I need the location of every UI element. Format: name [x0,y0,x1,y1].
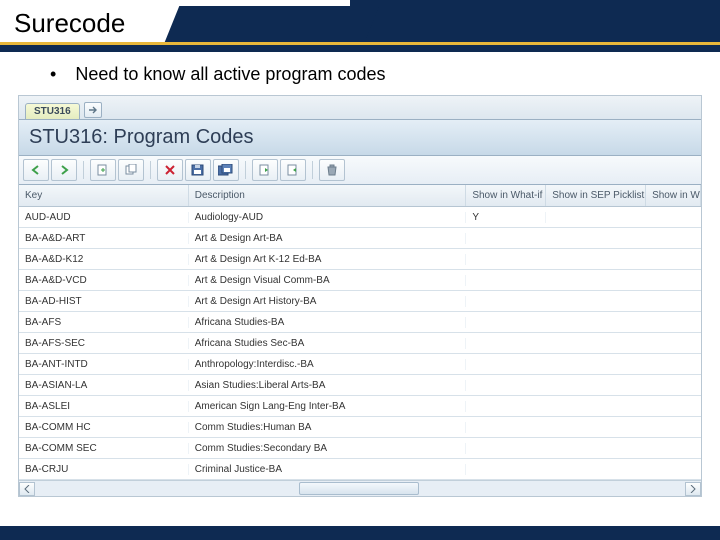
copy-icon [124,164,138,176]
cell-key: AUD-AUD [19,212,189,223]
scroll-thumb[interactable] [299,482,419,495]
table-row[interactable]: BA-CRJUCriminal Justice-BA [19,459,701,480]
toolbar-sep [150,161,151,179]
cell-key: BA-AFS [19,317,189,328]
cell-desc: Art & Design Art History-BA [189,296,467,307]
slide-footer-bar [0,526,720,540]
bullet-row: • Need to know all active program codes [0,52,720,95]
col-description[interactable]: Description [189,185,467,206]
back-button[interactable] [23,159,49,181]
tab-go-button[interactable] [84,102,102,118]
floppy-multi-icon [218,164,234,176]
cell-key: BA-A&D-ART [19,233,189,244]
new-button[interactable] [90,159,116,181]
x-icon [164,164,176,176]
floppy-icon [191,164,205,176]
cell-desc: American Sign Lang-Eng Inter-BA [189,401,467,412]
table-row[interactable]: AUD-AUDAudiology-AUDY [19,207,701,228]
header-underline [0,42,720,52]
chevron-left-icon [24,485,30,493]
app-window: STU316 STU316: Program Codes Key Descrip… [18,95,702,497]
delete-button[interactable] [157,159,183,181]
bullet-dot: • [50,64,56,85]
arrow-right-icon [57,164,71,176]
cell-desc: Comm Studies:Human BA [189,422,467,433]
cell-key: BA-COMM SEC [19,443,189,454]
chevron-right-icon [690,485,696,493]
cell-desc: Art & Design Art-BA [189,233,467,244]
cell-key: BA-ASIAN-LA [19,380,189,391]
window-tabrow: STU316 [19,96,701,120]
cell-key: BA-ANT-INTD [19,359,189,370]
cell-desc: Audiology-AUD [189,212,467,223]
col-show-w[interactable]: Show in W [646,185,701,206]
tab-stu316[interactable]: STU316 [25,103,80,119]
cell-key: BA-AFS-SEC [19,338,189,349]
cell-desc: Art & Design Art K-12 Ed-BA [189,254,467,265]
table-row[interactable]: BA-ASIAN-LAAsian Studies:Liberal Arts-BA [19,375,701,396]
trash-button[interactable] [319,159,345,181]
col-sep-picklist[interactable]: Show in SEP Picklist [546,185,646,206]
cell-desc: Africana Studies Sec-BA [189,338,467,349]
export-button[interactable] [252,159,278,181]
cell-desc: Criminal Justice-BA [189,464,467,475]
import-button[interactable] [280,159,306,181]
cell-desc: Art & Design Visual Comm-BA [189,275,467,286]
arrow-right-icon [88,105,98,115]
grid-header: Key Description Show in What-if Show in … [19,185,701,207]
table-row[interactable]: BA-COMM SECComm Studies:Secondary BA [19,438,701,459]
cell-desc: Comm Studies:Secondary BA [189,443,467,454]
col-key[interactable]: Key [19,185,189,206]
scroll-right-button[interactable] [685,482,701,496]
table-row[interactable]: BA-AFS-SECAfricana Studies Sec-BA [19,333,701,354]
slide-header: Surecode [0,0,720,52]
cell-key: BA-AD-HIST [19,296,189,307]
page-plus-icon [96,164,110,176]
table-row[interactable]: BA-AD-HISTArt & Design Art History-BA [19,291,701,312]
h-scrollbar[interactable] [19,480,701,496]
table-row[interactable]: BA-A&D-VCDArt & Design Visual Comm-BA [19,270,701,291]
cell-desc: Africana Studies-BA [189,317,467,328]
cell-key: BA-COMM HC [19,422,189,433]
toolbar [19,156,701,185]
bullet-text: Need to know all active program codes [75,64,385,84]
toolbar-sep [83,161,84,179]
table-row[interactable]: BA-ASLEIAmerican Sign Lang-Eng Inter-BA [19,396,701,417]
table-row[interactable]: BA-A&D-ARTArt & Design Art-BA [19,228,701,249]
table-row[interactable]: BA-COMM HCComm Studies:Human BA [19,417,701,438]
cell-desc: Anthropology:Interdisc.-BA [189,359,467,370]
screen-title: STU316: Program Codes [19,120,701,156]
cell-desc: Asian Studies:Liberal Arts-BA [189,380,467,391]
trash-icon [326,164,338,176]
toolbar-sep [245,161,246,179]
grid-body: AUD-AUDAudiology-AUDYBA-A&D-ARTArt & Des… [19,207,701,480]
data-grid: Key Description Show in What-if Show in … [19,185,701,496]
save-all-button[interactable] [213,159,239,181]
col-whatif[interactable]: Show in What-if [466,185,546,206]
page-arrow-icon [258,164,272,176]
arrow-left-icon [29,164,43,176]
cell-key: BA-CRJU [19,464,189,475]
table-row[interactable]: BA-A&D-K12Art & Design Art K-12 Ed-BA [19,249,701,270]
table-row[interactable]: BA-AFSAfricana Studies-BA [19,312,701,333]
page-arrow-in-icon [286,164,300,176]
scroll-left-button[interactable] [19,482,35,496]
cell-whatif: Y [466,212,546,223]
cell-key: BA-A&D-VCD [19,275,189,286]
forward-button[interactable] [51,159,77,181]
save-button[interactable] [185,159,211,181]
copy-button[interactable] [118,159,144,181]
cell-key: BA-A&D-K12 [19,254,189,265]
toolbar-sep [312,161,313,179]
table-row[interactable]: BA-ANT-INTDAnthropology:Interdisc.-BA [19,354,701,375]
cell-key: BA-ASLEI [19,401,189,412]
